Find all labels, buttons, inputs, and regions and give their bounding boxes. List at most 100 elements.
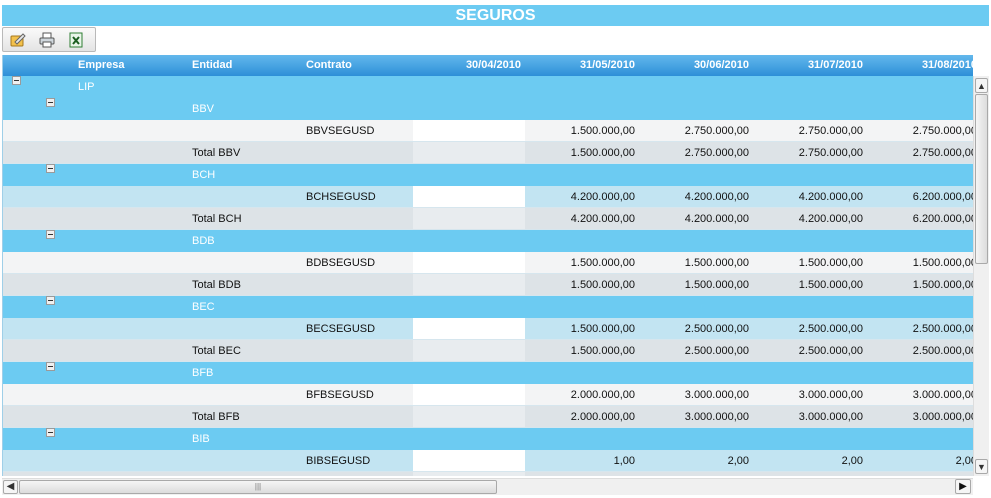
total-value-cell: 4.200.000,00 bbox=[798, 213, 863, 225]
total-label: Total BDB bbox=[192, 279, 241, 291]
total-value-cell: 4.200.000,00 bbox=[684, 213, 749, 225]
scroll-down-arrow-icon[interactable]: ▼ bbox=[975, 459, 988, 474]
value-cell: 2.750.000,00 bbox=[684, 125, 749, 137]
scroll-right-arrow-icon[interactable]: ▶ bbox=[955, 479, 971, 494]
empty-date-cell bbox=[413, 252, 525, 273]
value-cell: 1.500.000,00 bbox=[570, 323, 635, 335]
empty-date-cell bbox=[413, 120, 525, 141]
total-value-cell: 6.200.000,00 bbox=[912, 213, 973, 225]
value-cell: 1.500.000,00 bbox=[798, 257, 863, 269]
horizontal-scroll-thumb[interactable]: ||| bbox=[19, 480, 497, 494]
total-value-cell: 2.500.000,00 bbox=[912, 345, 973, 357]
total-value-cell: 2.750.000,00 bbox=[798, 147, 863, 159]
empty-date-cell bbox=[413, 384, 525, 405]
total-row[interactable]: Total BIB 1,00 2,00 2,00 2,00 bbox=[3, 472, 973, 476]
collapse-toggle-icon[interactable] bbox=[46, 98, 55, 107]
value-cell: 3.000.000,00 bbox=[912, 389, 973, 401]
group-row-entidad[interactable]: BCH bbox=[3, 164, 973, 186]
contrato-cell: BDBSEGUSD bbox=[306, 257, 376, 269]
table-row[interactable]: BFBSEGUSD 2.000.000,00 3.000.000,00 3.000.0… bbox=[3, 384, 973, 406]
contrato-cell: BFBSEGUSD bbox=[306, 389, 374, 401]
excel-export-icon[interactable] bbox=[67, 31, 85, 49]
table-row[interactable]: BBVSEGUSD 1.500.000,00 2.750.000,00 2.750.0… bbox=[3, 120, 973, 142]
collapse-toggle-icon[interactable] bbox=[46, 230, 55, 239]
total-value-cell: 2.500.000,00 bbox=[798, 345, 863, 357]
group-row-entidad[interactable]: BBV bbox=[3, 98, 973, 120]
scroll-left-arrow-icon[interactable]: ◀ bbox=[3, 480, 18, 494]
column-header-contrato[interactable]: Contrato bbox=[306, 55, 352, 76]
column-header-date-1[interactable]: 30/04/2010 bbox=[411, 55, 521, 76]
column-header-date-4[interactable]: 31/07/2010 bbox=[753, 55, 863, 76]
total-value-cell: 3.000.000,00 bbox=[798, 411, 863, 423]
value-cell: 2.500.000,00 bbox=[798, 323, 863, 335]
total-value-cell: 2.500.000,00 bbox=[684, 345, 749, 357]
total-label: Total BIB bbox=[192, 472, 236, 476]
grid-rows: LIP BBV BBVSEGUSD 1.500.000,00 2.750.000,00 2… bbox=[3, 76, 973, 476]
value-cell: 2,00 bbox=[727, 455, 749, 467]
total-value-cell: 2.750.000,00 bbox=[912, 147, 973, 159]
value-cell: 4.200.000,00 bbox=[684, 191, 749, 203]
total-row[interactable]: Total BDB 1.500.000,00 1.500.000,00 1.500.0… bbox=[3, 274, 973, 296]
print-icon[interactable] bbox=[38, 31, 56, 49]
total-row[interactable]: Total BEC 1.500.000,00 2.500.000,00 2.500.0… bbox=[3, 340, 973, 362]
value-cell: 2,00 bbox=[955, 455, 973, 467]
vertical-scrollbar[interactable]: ▲ ▼ bbox=[973, 76, 989, 476]
collapse-toggle-icon[interactable] bbox=[46, 164, 55, 173]
collapse-toggle-icon[interactable] bbox=[46, 428, 55, 437]
edit-icon[interactable] bbox=[9, 31, 27, 49]
scroll-up-arrow-icon[interactable]: ▲ bbox=[975, 78, 988, 93]
total-value-cell: 3.000.000,00 bbox=[684, 411, 749, 423]
value-cell: 2.000.000,00 bbox=[570, 389, 635, 401]
entidad-label: BEC bbox=[192, 301, 215, 313]
total-value-cell: 1.500.000,00 bbox=[912, 279, 973, 291]
horizontal-scrollbar[interactable]: ◀ ||| bbox=[2, 478, 973, 495]
total-row[interactable]: Total BFB 2.000.000,00 3.000.000,00 3.000.0… bbox=[3, 406, 973, 428]
group-row-entidad[interactable]: BDB bbox=[3, 230, 973, 252]
group-row-empresa[interactable]: LIP bbox=[3, 76, 973, 98]
table-row[interactable]: BDBSEGUSD 1.500.000,00 1.500.000,00 1.500.0… bbox=[3, 252, 973, 274]
total-row[interactable]: Total BCH 4.200.000,00 4.200.000,00 4.200.0… bbox=[3, 208, 973, 230]
empty-date-cell bbox=[413, 318, 525, 339]
collapse-toggle-icon[interactable] bbox=[46, 362, 55, 371]
total-value-cell: 1.500.000,00 bbox=[570, 279, 635, 291]
value-cell: 2.750.000,00 bbox=[798, 125, 863, 137]
value-cell: 1.500.000,00 bbox=[684, 257, 749, 269]
total-value-cell: 4.200.000,00 bbox=[570, 213, 635, 225]
total-value-cell: 2.750.000,00 bbox=[684, 147, 749, 159]
value-cell: 3.000.000,00 bbox=[798, 389, 863, 401]
column-header-date-5[interactable]: 31/08/2010 bbox=[867, 55, 973, 76]
total-value-cell: 1.500.000,00 bbox=[798, 279, 863, 291]
empty-date-cell bbox=[413, 274, 525, 295]
total-label: Total BCH bbox=[192, 213, 242, 225]
group-row-entidad[interactable]: BFB bbox=[3, 362, 973, 384]
column-header-empresa[interactable]: Empresa bbox=[78, 55, 124, 76]
group-row-entidad[interactable]: BEC bbox=[3, 296, 973, 318]
total-value-cell: 2,00 bbox=[639, 472, 749, 476]
collapse-toggle-icon[interactable] bbox=[12, 76, 21, 85]
total-label: Total BBV bbox=[192, 147, 241, 159]
group-row-entidad[interactable]: BIB bbox=[3, 428, 973, 450]
total-value-cell: 3.000.000,00 bbox=[912, 411, 973, 423]
entidad-label: BBV bbox=[192, 103, 215, 115]
value-cell: 2.500.000,00 bbox=[912, 323, 973, 335]
empty-date-cell bbox=[413, 208, 525, 229]
toolbar bbox=[2, 27, 96, 52]
total-value-cell: 1.500.000,00 bbox=[570, 147, 635, 159]
empty-date-cell bbox=[413, 472, 525, 476]
total-value-cell: 2,00 bbox=[867, 472, 973, 476]
total-row[interactable]: Total BBV 1.500.000,00 2.750.000,00 2.750.0… bbox=[3, 142, 973, 164]
vertical-scroll-thumb[interactable] bbox=[975, 94, 988, 264]
value-cell: 4.200.000,00 bbox=[570, 191, 635, 203]
table-row[interactable]: BECSEGUSD 1.500.000,00 2.500.000,00 2.500.0… bbox=[3, 318, 973, 340]
column-header-date-3[interactable]: 30/06/2010 bbox=[639, 55, 749, 76]
table-row[interactable]: BCHSEGUSD 4.200.000,00 4.200.000,00 4.200.0… bbox=[3, 186, 973, 208]
total-value-cell: 1.500.000,00 bbox=[570, 345, 635, 357]
column-header-date-2[interactable]: 31/05/2010 bbox=[525, 55, 635, 76]
grid-header: Empresa Entidad Contrato 30/04/2010 31/0… bbox=[3, 55, 973, 76]
empresa-label: LIP bbox=[78, 81, 95, 93]
column-header-entidad[interactable]: Entidad bbox=[192, 55, 232, 76]
table-row[interactable]: BIBSEGUSD 1,00 2,00 2,00 2,00 bbox=[3, 450, 973, 472]
collapse-toggle-icon[interactable] bbox=[46, 296, 55, 305]
value-cell: 1.500.000,00 bbox=[570, 257, 635, 269]
contrato-cell: BCHSEGUSD bbox=[306, 191, 376, 203]
